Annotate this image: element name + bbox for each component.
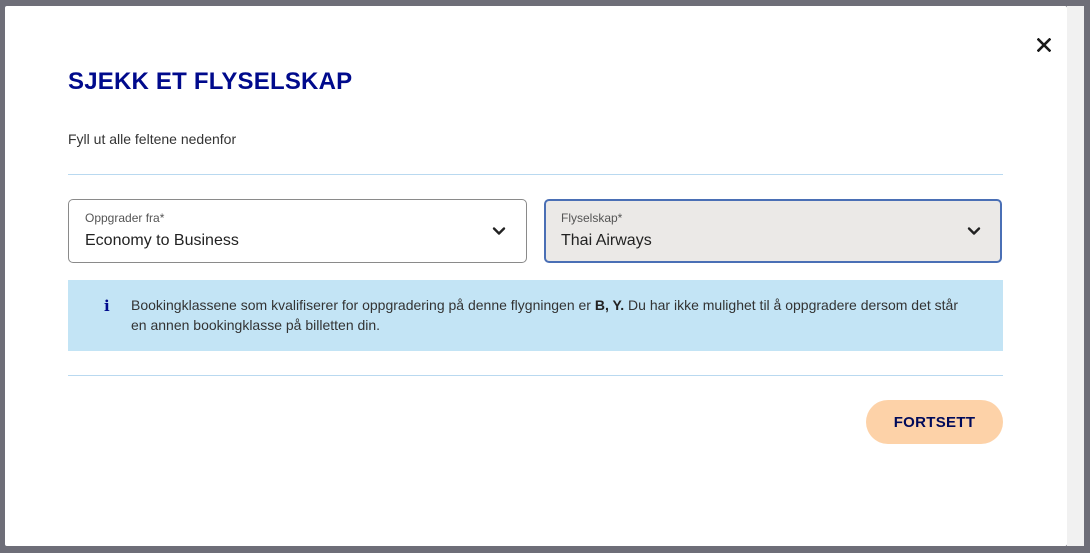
upgrade-from-label: Oppgrader fra* bbox=[85, 211, 165, 225]
airline-select[interactable]: Flyselskap* Thai Airways bbox=[544, 199, 1002, 263]
info-text-before: Bookingklassene som kvalifiserer for opp… bbox=[131, 297, 595, 313]
divider-bottom bbox=[68, 375, 1003, 376]
upgrade-from-select[interactable]: Oppgrader fra* Economy to Business bbox=[68, 199, 527, 263]
close-button[interactable] bbox=[1029, 30, 1059, 60]
close-icon bbox=[1037, 38, 1051, 52]
page-title: SJEKK ET FLYSELSKAP bbox=[68, 68, 353, 95]
chevron-down-icon bbox=[492, 227, 506, 235]
info-message: Bookingklassene som kvalifiserer for opp… bbox=[131, 295, 971, 335]
info-booking-classes: B, Y. bbox=[594, 297, 625, 313]
upgrade-from-value: Economy to Business bbox=[85, 232, 239, 249]
airline-label: Flyselskap* bbox=[561, 211, 623, 225]
scrollbar-track[interactable] bbox=[1067, 6, 1084, 546]
divider-top bbox=[68, 174, 1003, 175]
booking-class-info-box: i Bookingklassene som kvalifiserer for o… bbox=[68, 280, 1003, 351]
chevron-down-icon bbox=[967, 227, 981, 235]
continue-button[interactable]: FORTSETT bbox=[866, 400, 1003, 444]
airline-value: Thai Airways bbox=[561, 232, 652, 249]
info-icon: i bbox=[104, 297, 110, 315]
form-instructions: Fyll ut alle feltene nedenfor bbox=[68, 131, 237, 147]
